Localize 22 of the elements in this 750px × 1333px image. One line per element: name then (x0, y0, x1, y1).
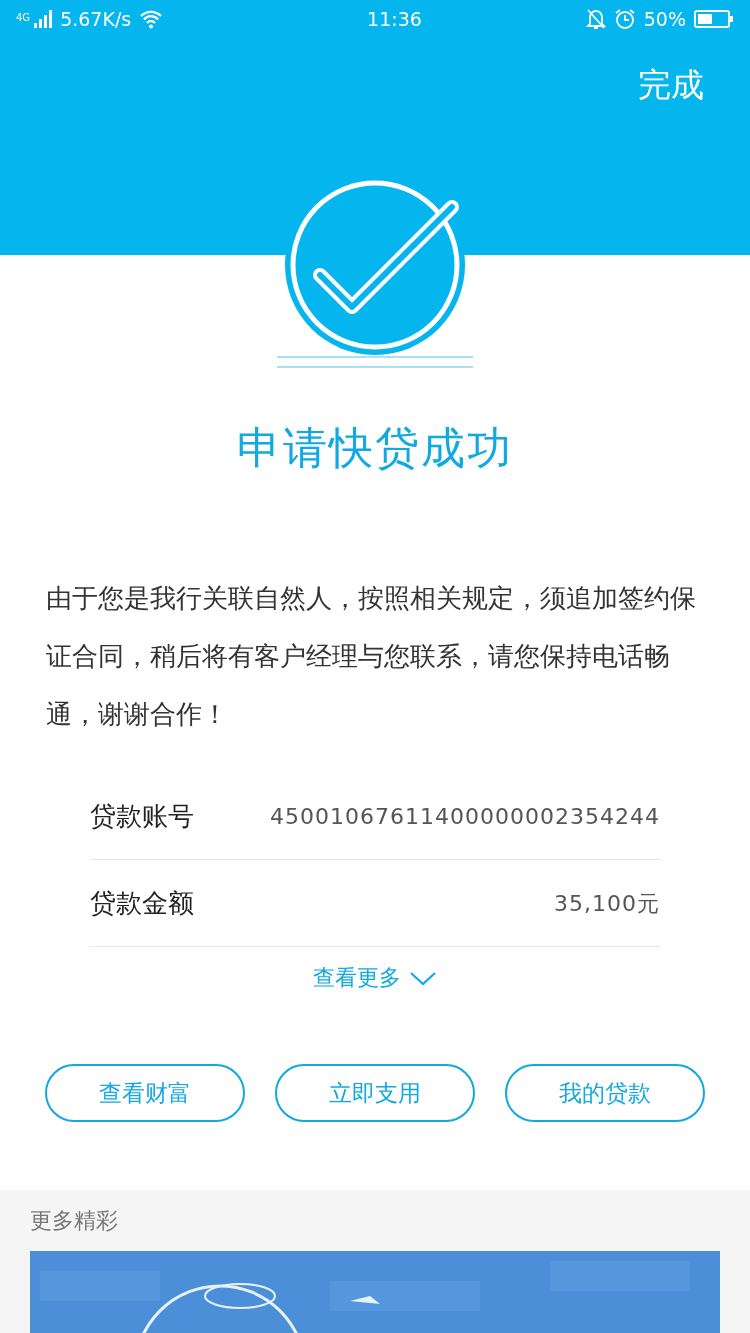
network-speed: 5.67K/s (60, 6, 132, 32)
battery-icon (694, 9, 734, 29)
result-title: 申请快贷成功 (236, 421, 514, 475)
action-button[interactable]: 查看财富 (45, 1064, 245, 1122)
action-button[interactable]: 我的贷款 (505, 1064, 705, 1122)
action-button[interactable]: 立即支用 (275, 1064, 475, 1122)
network-label: 4G (16, 11, 31, 25)
detail-label: 贷款账号 (90, 799, 194, 833)
result-message: 由于您是我行关联自然人，按照相关规定，须追加签约保证合同，稍后将有客户经理与您联系，请您保持电话畅通，谢谢合作！ (45, 582, 697, 731)
section-title: 更多精彩 (30, 1207, 119, 1235)
detail-value: 35,100元 (554, 889, 660, 918)
view-more-link[interactable]: 查看更多 (313, 961, 437, 994)
done-button[interactable]: 完成 (638, 38, 750, 110)
detail-value: 45001067611400000002354244 (270, 802, 660, 831)
clock-time: 11:36 (366, 6, 423, 32)
wifi-icon (139, 9, 164, 29)
battery-percent: 50% (643, 6, 686, 32)
detail-label: 贷款金额 (90, 886, 194, 920)
chevron-down-icon (409, 969, 437, 986)
alarm-clock-icon (613, 8, 636, 30)
signal-icon (34, 10, 53, 28)
bell-muted-icon (585, 8, 606, 30)
